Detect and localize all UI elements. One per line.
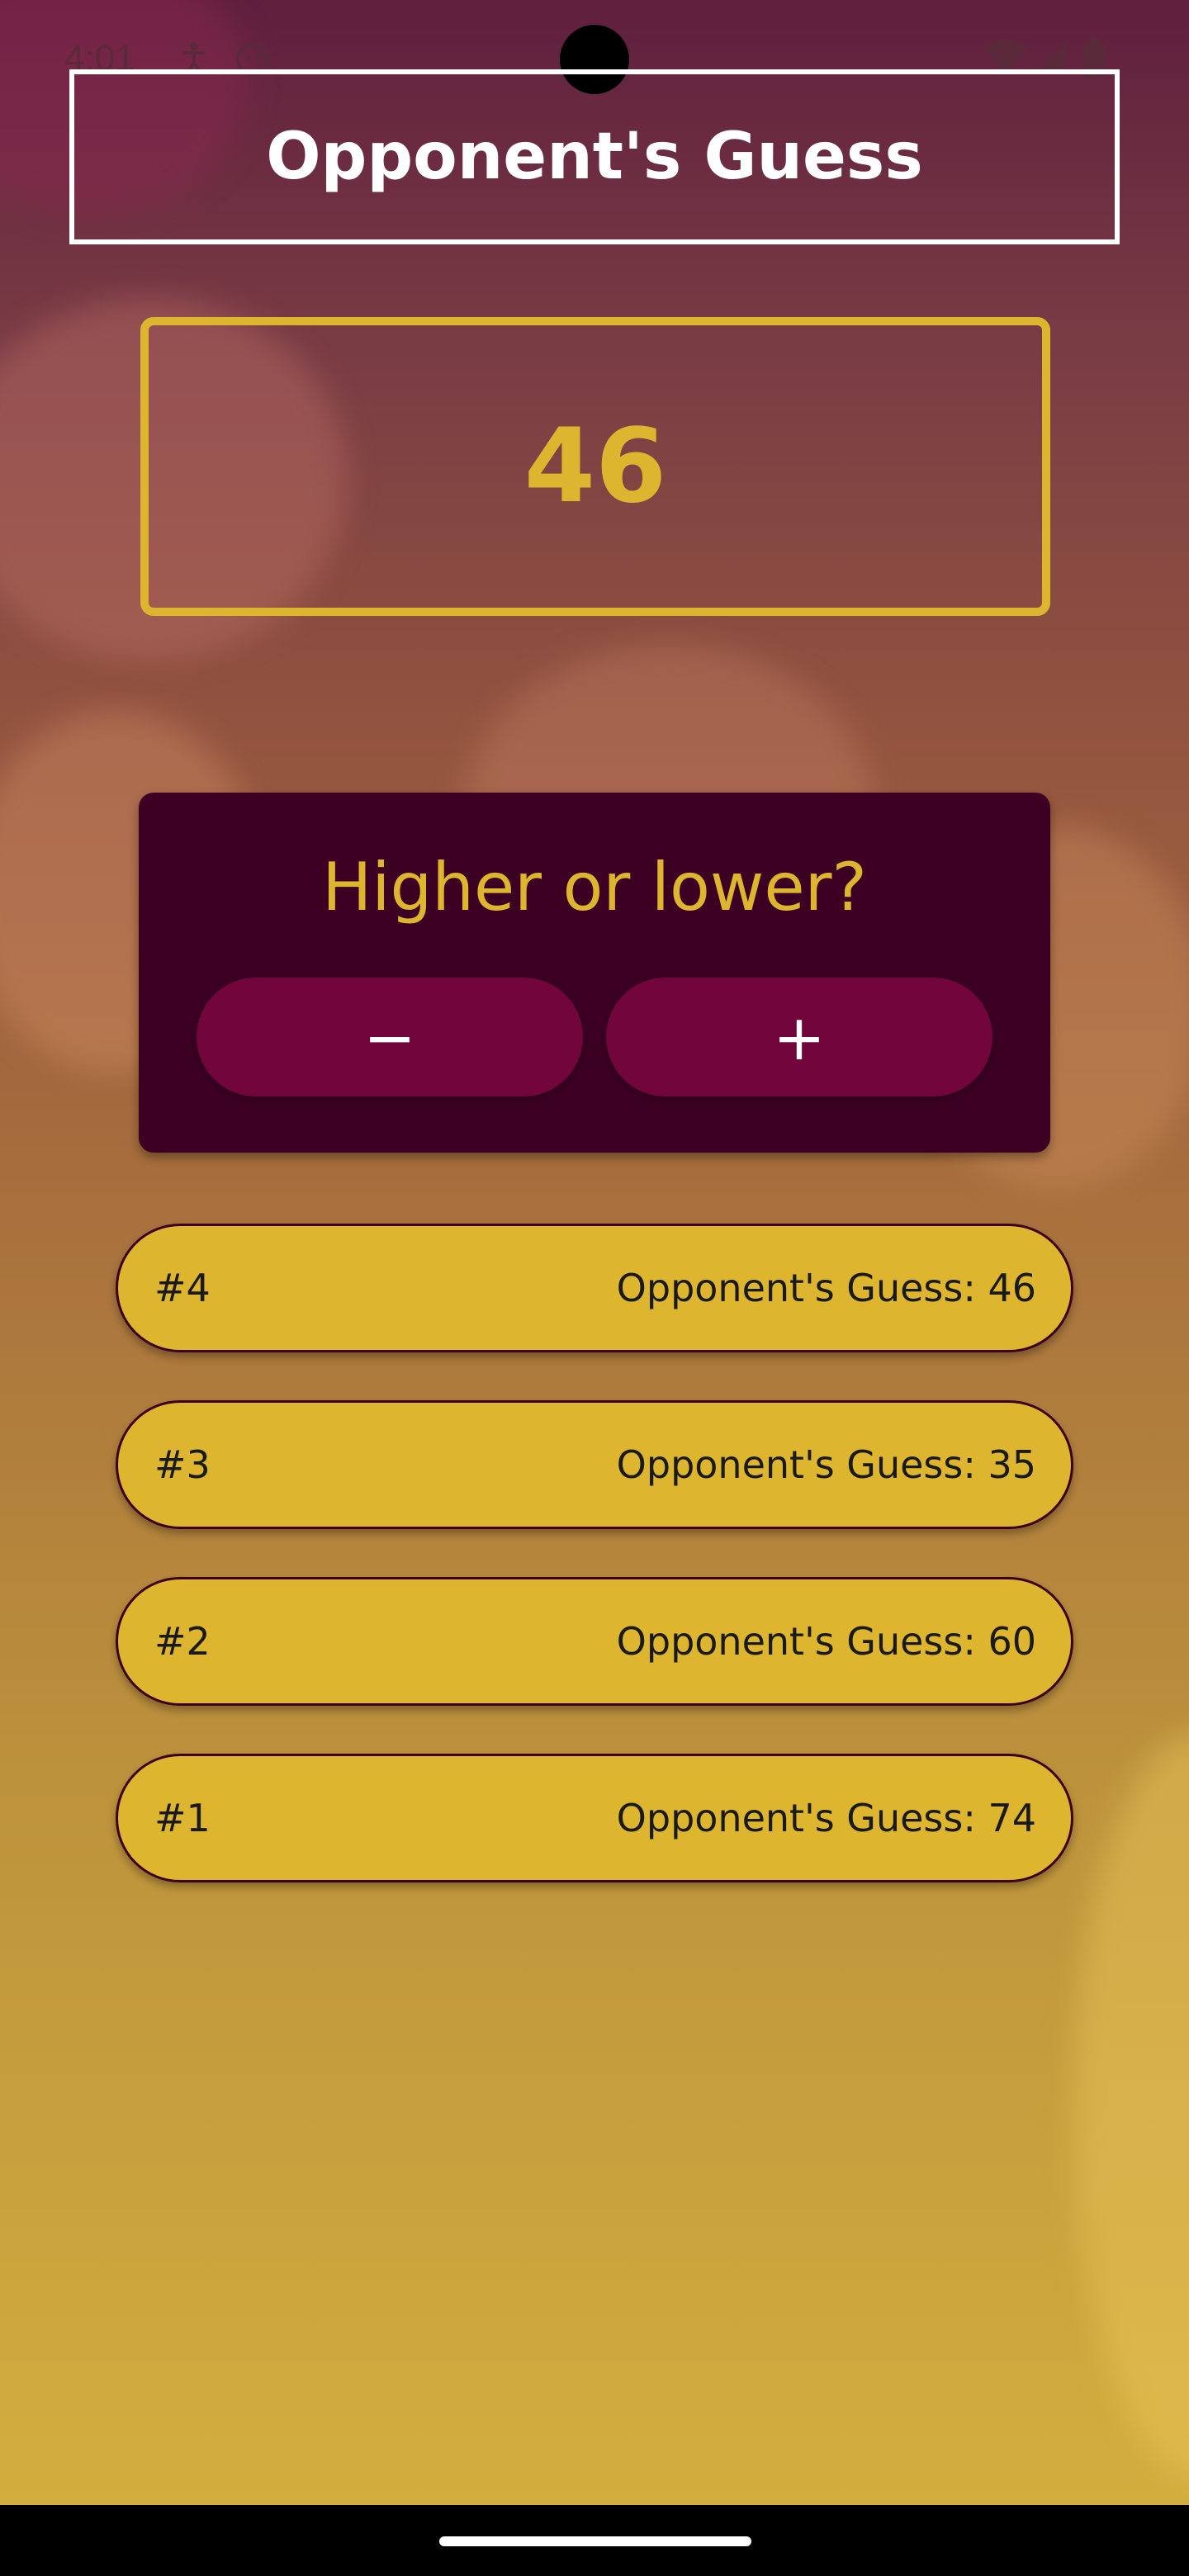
minus-icon: − [363,1000,416,1074]
higher-lower-prompt: Higher or lower? [322,849,867,926]
round-number: #3 [154,1442,211,1487]
round-guess: Opponent's Guess: 35 [616,1442,1036,1487]
round-guess: Opponent's Guess: 46 [616,1266,1036,1310]
guess-rounds-list[interactable]: #4 Opponent's Guess: 46 #3 Opponent's Gu… [116,1224,1073,1930]
round-number: #4 [154,1266,211,1310]
round-number: #2 [154,1619,211,1664]
current-guess-number: 46 [523,407,667,526]
home-indicator[interactable] [439,2536,751,2546]
higher-lower-card: Higher or lower? − + [139,793,1050,1153]
round-guess: Opponent's Guess: 74 [616,1796,1036,1840]
list-item: #3 Opponent's Guess: 35 [116,1400,1073,1529]
game-screen: 4:01 Opponent's Guess 46 Higher or lower… [0,0,1189,2505]
title-box: Opponent's Guess [69,69,1120,244]
plus-icon: + [773,1000,826,1074]
higher-button[interactable]: + [606,978,992,1096]
list-item: #1 Opponent's Guess: 74 [116,1754,1073,1882]
round-guess: Opponent's Guess: 60 [616,1619,1036,1664]
list-item: #4 Opponent's Guess: 46 [116,1224,1073,1352]
list-item: #2 Opponent's Guess: 60 [116,1577,1073,1706]
round-number: #1 [154,1796,211,1840]
guess-display: 46 [140,317,1050,616]
lower-button[interactable]: − [197,978,583,1096]
background-dice-shape [1073,1734,1189,2477]
page-title: Opponent's Guess [266,120,923,194]
navigation-bar [0,2505,1189,2576]
